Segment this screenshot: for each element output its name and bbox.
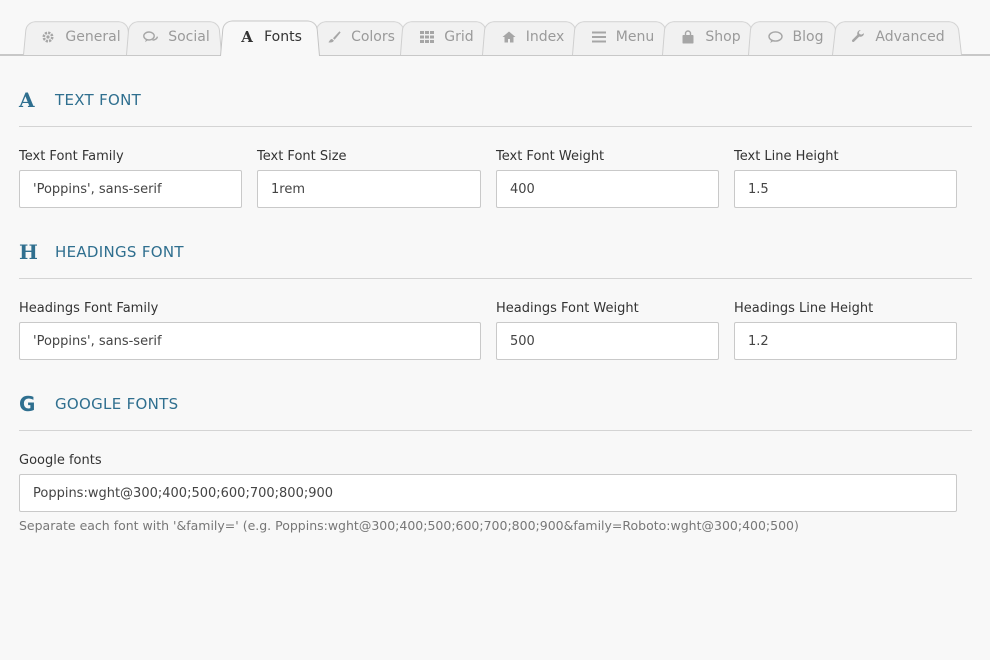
section-title: TEXT FONT <box>55 91 142 109</box>
home-icon <box>500 31 518 43</box>
tab-label: Menu <box>615 29 655 45</box>
brush-icon <box>325 30 343 44</box>
comment-icon <box>767 30 785 44</box>
text-font-weight-input[interactable] <box>496 170 719 208</box>
text-font-size-label: Text Font Size <box>257 149 347 164</box>
tab-menu[interactable]: Menu <box>584 19 660 55</box>
tab-colors[interactable]: Colors <box>324 19 396 55</box>
google-fonts-label: Google fonts <box>19 453 102 468</box>
text-line-height-input[interactable] <box>734 170 957 208</box>
headings-font-weight-label: Headings Font Weight <box>496 301 639 316</box>
google-fonts-input[interactable] <box>19 474 957 512</box>
tab-label: Fonts <box>264 29 302 45</box>
tab-general[interactable]: General <box>36 19 124 55</box>
grid-icon <box>418 31 436 43</box>
text-font-letter-icon: A <box>19 88 35 112</box>
tab-blog[interactable]: Blog <box>760 19 830 55</box>
headings-font-family-input[interactable] <box>19 322 481 360</box>
tab-label: Blog <box>792 29 824 45</box>
font-icon: A <box>241 28 253 46</box>
tab-advanced[interactable]: Advanced <box>846 19 948 55</box>
headings-font-weight-input[interactable] <box>496 322 719 360</box>
bars-icon <box>590 31 608 43</box>
tab-label: Shop <box>705 29 741 45</box>
text-font-family-label: Text Font Family <box>19 149 124 164</box>
google-fonts-help-text: Separate each font with '&family=' (e.g.… <box>19 518 799 533</box>
tab-shop[interactable]: Shop <box>674 19 746 55</box>
headings-font-letter-icon: H <box>19 240 38 264</box>
text-line-height-label: Text Line Height <box>734 149 839 164</box>
tab-social[interactable]: Social <box>138 19 214 55</box>
tab-fonts[interactable]: A Fonts <box>228 18 312 56</box>
headings-font-family-label: Headings Font Family <box>19 301 159 316</box>
wrench-icon <box>849 30 867 44</box>
tab-label: General <box>65 29 121 45</box>
text-font-weight-label: Text Font Weight <box>496 149 605 164</box>
tab-index[interactable]: Index <box>494 19 570 55</box>
google-fonts-section-header: G GOOGLE FONTS <box>19 378 972 431</box>
section-title: HEADINGS FONT <box>55 243 184 261</box>
headings-line-height-input[interactable] <box>734 322 957 360</box>
google-letter-icon: G <box>19 392 36 416</box>
text-font-section-header: A TEXT FONT <box>19 74 972 127</box>
tab-label: Social <box>168 29 210 45</box>
tab-grid[interactable]: Grid <box>412 19 480 55</box>
shopping-bag-icon <box>679 30 697 44</box>
headings-line-height-label: Headings Line Height <box>734 301 874 316</box>
tab-label: Colors <box>351 29 395 45</box>
gear-icon <box>39 30 57 44</box>
comments-icon <box>142 30 160 44</box>
tab-label: Advanced <box>875 29 945 45</box>
tab-label: Index <box>525 29 565 45</box>
tab-label: Grid <box>444 29 474 45</box>
text-font-family-input[interactable] <box>19 170 242 208</box>
settings-tab-bar: General Social A Fonts Colors Grid Index… <box>0 0 990 56</box>
section-title: GOOGLE FONTS <box>55 395 179 413</box>
text-font-size-input[interactable] <box>257 170 481 208</box>
headings-font-section-header: H HEADINGS FONT <box>19 226 972 279</box>
